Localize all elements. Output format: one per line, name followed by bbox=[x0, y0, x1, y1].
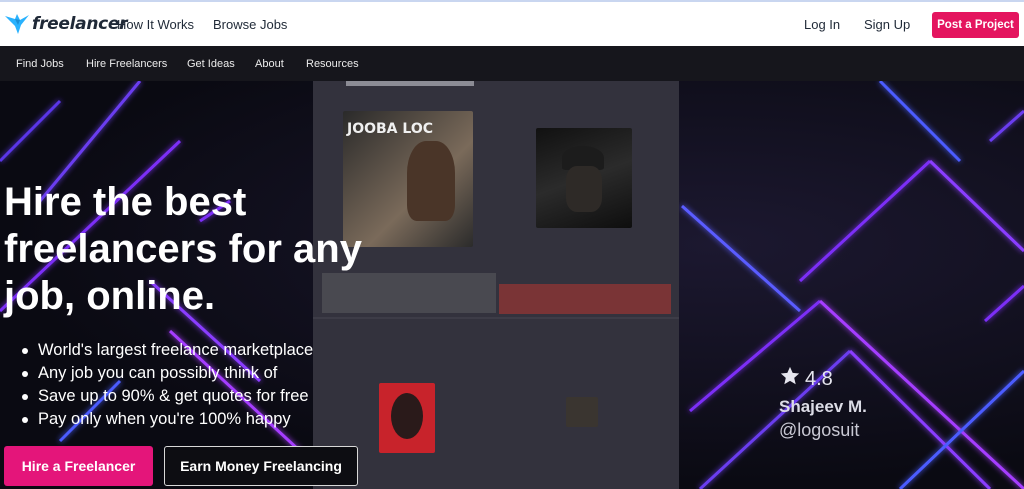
hero-headline: Hire the best freelancers for any job, o… bbox=[4, 180, 362, 318]
hero-bullet: World's largest freelance marketplace bbox=[22, 339, 313, 362]
hero-bullet: Pay only when you're 100% happy bbox=[22, 408, 313, 431]
showcase-rating: 4.8 Shajeev M. @logosuit bbox=[779, 365, 867, 441]
hero-bullets: World's largest freelance marketplace An… bbox=[22, 339, 313, 431]
album-cover-2[interactable] bbox=[536, 128, 632, 228]
sub-nav: Find Jobs Hire Freelancers Get Ideas Abo… bbox=[0, 46, 1024, 81]
logo-text: freelancer bbox=[32, 14, 128, 34]
subnav-item-get-ideas[interactable]: Get Ideas bbox=[187, 58, 235, 70]
screen-bar bbox=[346, 81, 474, 86]
hero-section: JOOBA LOC Hire the best freelancers for … bbox=[0, 81, 1024, 489]
logo-thumb-2[interactable] bbox=[566, 397, 598, 427]
freelancer-name[interactable]: Shajeev M. bbox=[779, 397, 867, 417]
star-icon bbox=[779, 365, 801, 393]
rating-value: 4.8 bbox=[805, 367, 833, 390]
subnav-item-hire-freelancers[interactable]: Hire Freelancers bbox=[86, 58, 167, 70]
post-project-button[interactable]: Post a Project bbox=[932, 12, 1019, 38]
login-link[interactable]: Log In bbox=[804, 17, 840, 32]
subnav-item-about[interactable]: About bbox=[255, 58, 284, 70]
hero-bullet: Save up to 90% & get quotes for free bbox=[22, 385, 313, 408]
subnav-item-resources[interactable]: Resources bbox=[306, 58, 359, 70]
hire-freelancer-button[interactable]: Hire a Freelancer bbox=[4, 446, 153, 486]
cover-figure bbox=[407, 141, 455, 221]
logo-thumb-1[interactable] bbox=[379, 383, 435, 453]
thumb-figure bbox=[391, 393, 423, 439]
earn-money-button[interactable]: Earn Money Freelancing bbox=[164, 446, 358, 486]
hero-bullet: Any job you can possibly think of bbox=[22, 362, 313, 385]
subnav-item-find-jobs[interactable]: Find Jobs bbox=[16, 58, 64, 70]
rating-row: 4.8 bbox=[779, 365, 867, 393]
freelancer-logo[interactable]: freelancer bbox=[4, 11, 128, 37]
cover-title: JOOBA LOC bbox=[347, 121, 433, 137]
top-bar: freelancer How It Works Browse Jobs Log … bbox=[0, 0, 1024, 46]
screen-block-red bbox=[499, 284, 671, 314]
browse-jobs-link[interactable]: Browse Jobs bbox=[213, 17, 287, 32]
freelancer-handle[interactable]: @logosuit bbox=[779, 420, 867, 441]
bird-icon bbox=[4, 12, 30, 36]
how-it-works-link[interactable]: How It Works bbox=[117, 17, 194, 32]
signup-link[interactable]: Sign Up bbox=[864, 17, 910, 32]
cover-face bbox=[566, 166, 602, 212]
